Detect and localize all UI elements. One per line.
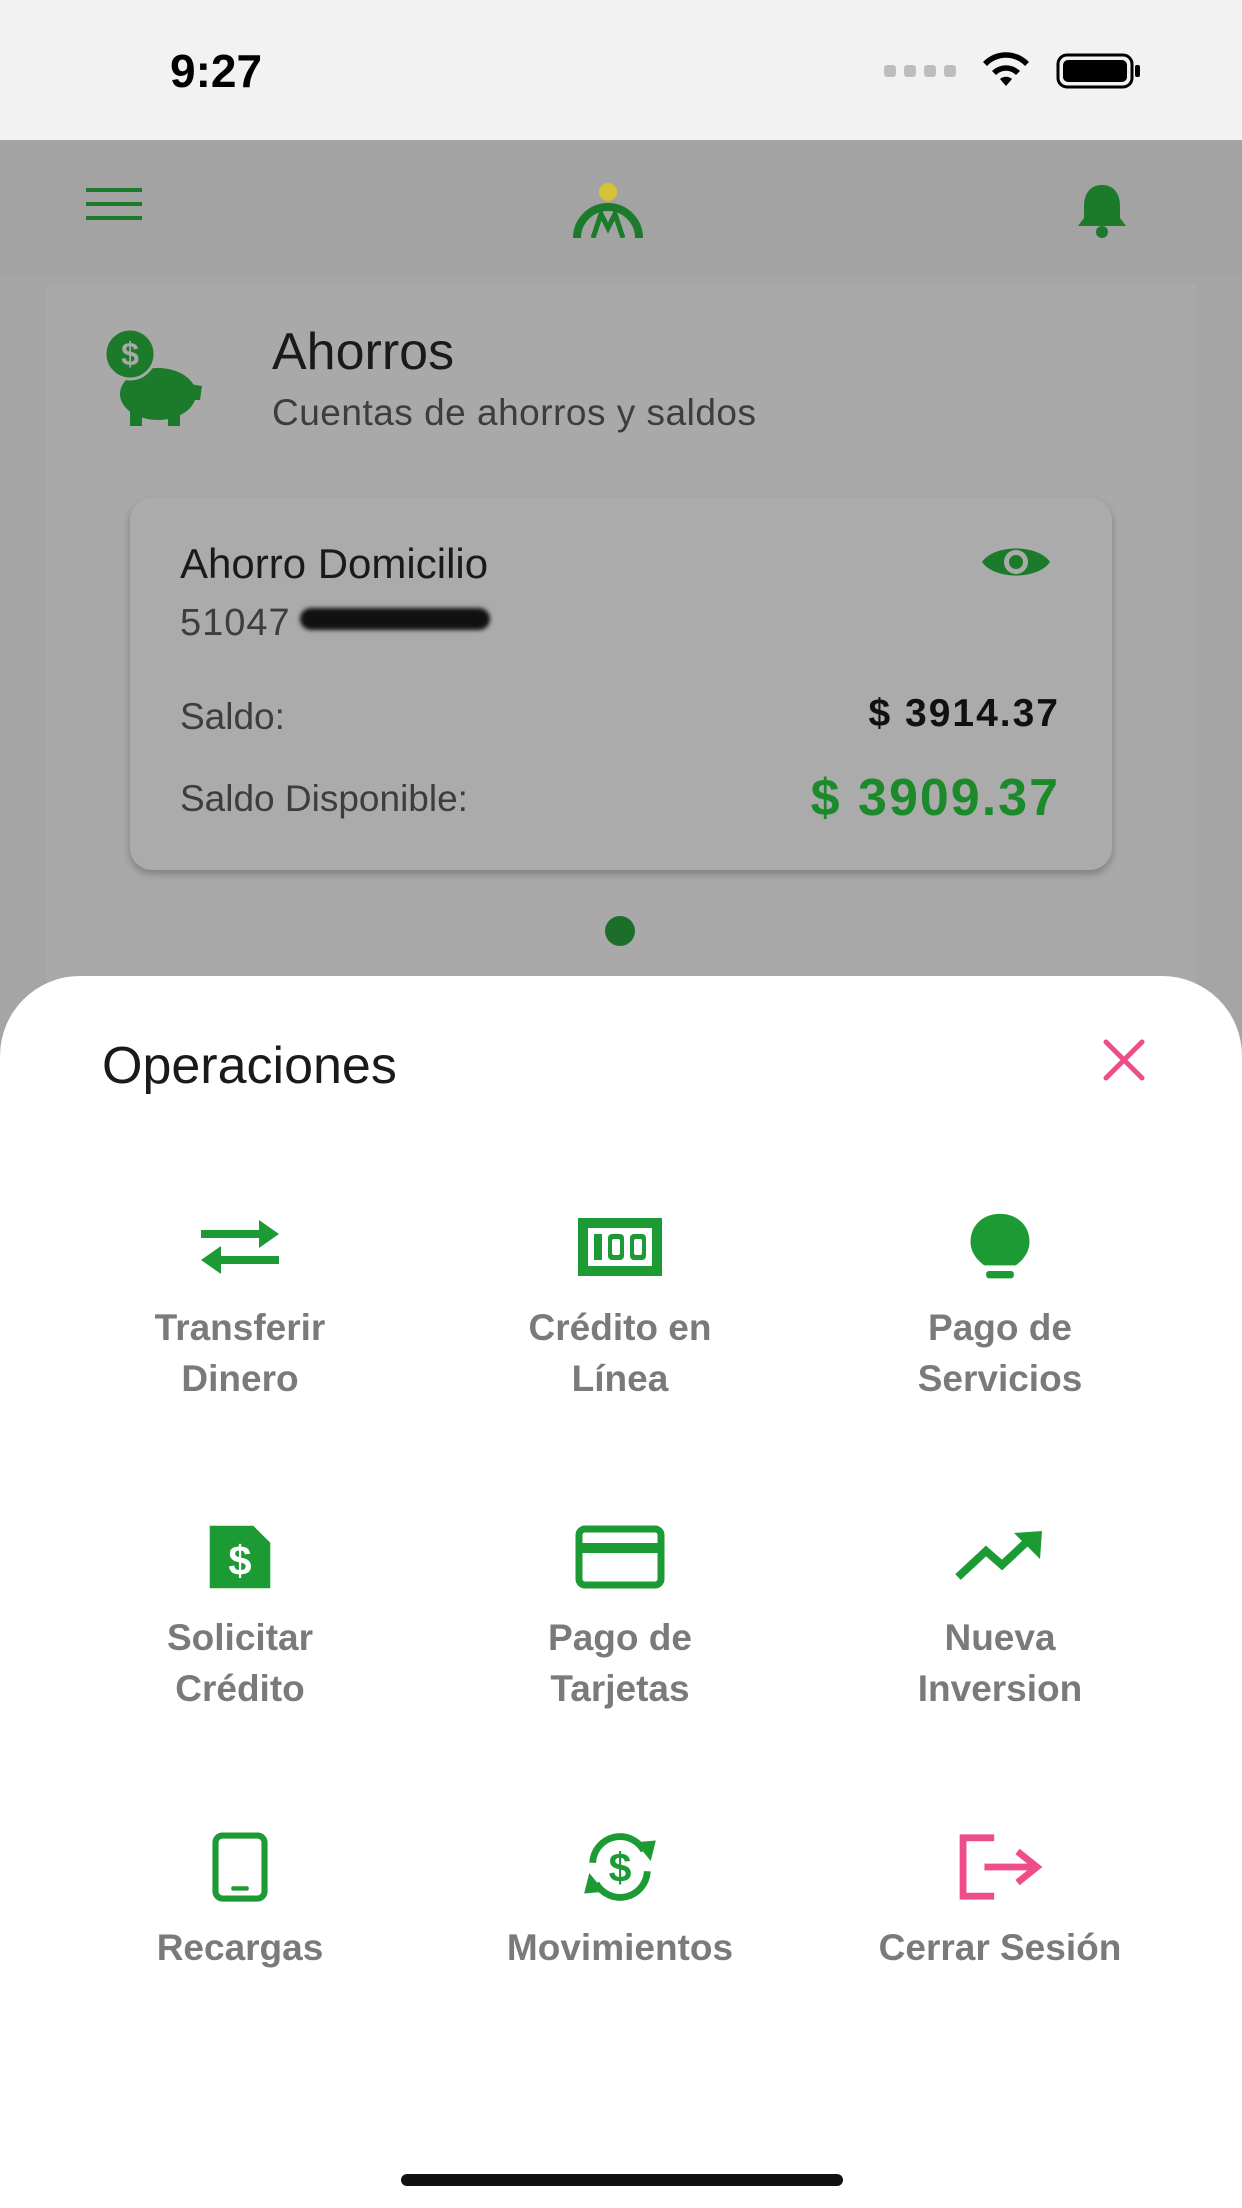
- account-card[interactable]: Ahorro Domicilio 51047 Saldo: $ 3914.37 …: [130, 498, 1112, 870]
- op-label: Transferir Dinero: [154, 1307, 326, 1399]
- logout-icon: [959, 1834, 1043, 1900]
- app-header: [0, 140, 1242, 275]
- redacted-number: [300, 608, 490, 630]
- account-name: Ahorro Domicilio: [180, 540, 489, 587]
- balance-label: Saldo:: [180, 696, 285, 737]
- available-balance-label: Saldo Disponible:: [180, 778, 468, 819]
- bell-icon[interactable]: [1075, 182, 1129, 238]
- svg-text:$: $: [609, 1845, 632, 1891]
- op-pago-de-tarjetas[interactable]: Pago de Tarjetas: [430, 1522, 810, 1714]
- lightbulb-icon: [970, 1213, 1030, 1279]
- op-transferir-dinero[interactable]: Transferir Dinero: [50, 1212, 430, 1404]
- op-label: Pago de Tarjetas: [548, 1617, 692, 1709]
- transfer-icon: [201, 1220, 279, 1274]
- status-time: 9:27: [170, 45, 263, 97]
- signal-icon: [884, 65, 956, 77]
- battery-icon: [1056, 53, 1140, 89]
- op-label: Nueva Inversion: [917, 1617, 1083, 1709]
- op-pago-de-servicios[interactable]: Pago de Servicios: [810, 1212, 1190, 1404]
- status-bar: 9:27: [0, 0, 1242, 140]
- eye-icon[interactable]: [980, 540, 1052, 584]
- svg-text:$: $: [121, 336, 139, 372]
- dollar-document-icon: $: [209, 1525, 271, 1589]
- wifi-icon: [983, 52, 1029, 86]
- piggy-bank-icon: $: [103, 328, 202, 426]
- operations-sheet: Operaciones Transferir Dinero Crédito en L…: [0, 976, 1242, 2208]
- dollar-sync-icon: $: [584, 1833, 656, 1901]
- account-number: 51047: [180, 602, 291, 644]
- logo-icon: [573, 183, 643, 238]
- svg-text:$: $: [228, 1537, 251, 1584]
- section-title: Ahorros: [272, 323, 455, 381]
- op-label: Crédito en Línea: [528, 1307, 712, 1399]
- op-label: Solicitar Crédito: [167, 1617, 313, 1709]
- op-movimientos[interactable]: $ Movimientos: [430, 1832, 810, 1973]
- op-credito-en-linea[interactable]: Crédito en Línea: [430, 1212, 810, 1404]
- pager-dot[interactable]: [605, 916, 635, 946]
- section-subtitle: Cuentas de ahorros y saldos: [272, 392, 757, 433]
- operations-title: Operaciones: [102, 1037, 397, 1095]
- op-label: Recargas: [156, 1927, 324, 1968]
- money-bill-icon: [578, 1218, 662, 1276]
- op-label: Pago de Servicios: [917, 1307, 1083, 1399]
- trending-up-icon: [955, 1531, 1042, 1580]
- available-balance-value: $ 3909.37: [810, 769, 1060, 827]
- op-label: Cerrar Sesión: [878, 1927, 1122, 1968]
- credit-card-icon: [575, 1525, 665, 1589]
- home-indicator[interactable]: [401, 2174, 843, 2186]
- op-recargas[interactable]: Recargas: [50, 1832, 430, 1973]
- op-nueva-inversion[interactable]: Nueva Inversion: [810, 1522, 1190, 1714]
- op-solicitar-credito[interactable]: $ Solicitar Crédito: [50, 1522, 430, 1714]
- op-label: Movimientos: [506, 1927, 734, 1968]
- menu-icon[interactable]: [86, 188, 142, 220]
- op-cerrar-sesion[interactable]: Cerrar Sesión: [810, 1832, 1190, 1973]
- status-icons: [884, 52, 1142, 90]
- close-icon[interactable]: [1102, 1038, 1146, 1082]
- phone-icon: [212, 1832, 268, 1902]
- balance-value: $ 3914.37: [868, 692, 1060, 735]
